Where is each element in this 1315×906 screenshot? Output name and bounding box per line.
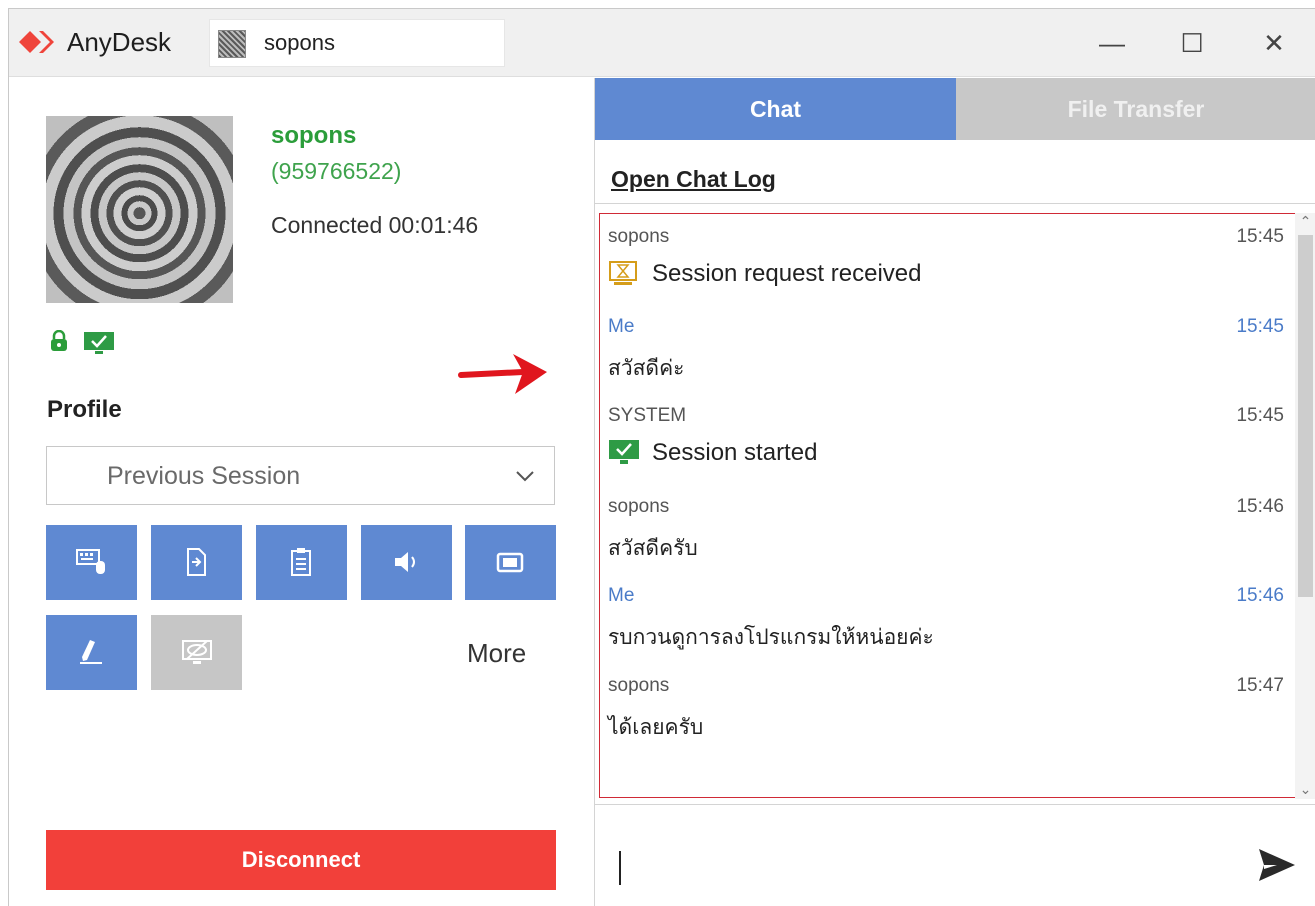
- file-transfer-button[interactable]: [151, 525, 242, 600]
- input-control-button[interactable]: [46, 525, 137, 600]
- scroll-down-icon[interactable]: ⌄: [1298, 781, 1313, 799]
- screenshot-button[interactable]: [465, 525, 556, 600]
- remote-thumbnail-icon: [218, 30, 246, 58]
- chat-input[interactable]: [595, 805, 1315, 906]
- text-cursor: [619, 851, 621, 885]
- scroll-up-icon[interactable]: ⌃: [1298, 213, 1313, 231]
- chevron-down-icon: [516, 471, 534, 482]
- message-time: 15:45: [1236, 405, 1284, 426]
- avatar: [46, 116, 233, 303]
- chat-scrollbar[interactable]: ⌃ ⌄: [1295, 213, 1315, 799]
- clipboard-icon: [291, 548, 311, 576]
- message-text: สวัสดีค่ะ: [608, 357, 685, 380]
- more-button[interactable]: More: [467, 638, 526, 669]
- chat-log: sopons 15:45 Session request received Me…: [599, 213, 1301, 798]
- profile-selected-value: Previous Session: [107, 462, 301, 490]
- privacy-mode-button[interactable]: [151, 615, 242, 690]
- title-bar: AnyDesk sopons — ☐ ✕: [9, 9, 1315, 77]
- message-text: สวัสดีครับ: [608, 537, 698, 560]
- open-chat-log-link[interactable]: Open Chat Log: [611, 166, 776, 193]
- message-time: 15:47: [1236, 675, 1284, 696]
- tab-chat[interactable]: Chat: [595, 78, 956, 140]
- anydesk-logo-icon: [19, 31, 54, 53]
- camera-icon: [496, 552, 524, 573]
- message-sender: Me: [608, 585, 635, 606]
- message-sender: sopons: [608, 496, 670, 517]
- send-icon[interactable]: [1255, 843, 1299, 887]
- lock-icon: [51, 330, 67, 351]
- maximize-button[interactable]: ☐: [1167, 21, 1217, 65]
- message-time: 15:45: [1236, 226, 1284, 247]
- connection-status: Connected 00:01:46: [271, 212, 479, 238]
- peer-id: (959766522): [271, 158, 402, 184]
- file-send-icon: [187, 548, 206, 576]
- audio-button[interactable]: [361, 525, 452, 600]
- message-sender: sopons: [608, 675, 670, 696]
- message-time: 15:46: [1236, 585, 1284, 606]
- monitor-check-icon: [609, 440, 639, 464]
- app-name: AnyDesk: [67, 27, 172, 57]
- message-text: รบกวนดูการลงโปรแกรมให้หน่อยค่ะ: [608, 626, 934, 649]
- draw-button[interactable]: [46, 615, 137, 690]
- annotation-arrow-icon: [458, 354, 547, 394]
- message-time: 15:46: [1236, 496, 1284, 517]
- message-text: ได้เลยครับ: [608, 716, 704, 739]
- profile-label: Profile: [47, 396, 122, 423]
- address-value: sopons: [264, 30, 335, 55]
- scroll-thumb[interactable]: [1298, 235, 1313, 597]
- peer-name: sopons: [271, 122, 357, 149]
- profile-select[interactable]: Previous Session: [46, 446, 555, 505]
- tab-file-transfer[interactable]: File Transfer: [956, 78, 1315, 140]
- address-field[interactable]: sopons: [209, 19, 505, 67]
- hourglass-icon: [609, 261, 637, 285]
- chat-panel: Chat File Transfer Open Chat Log sopons …: [595, 78, 1315, 906]
- close-button[interactable]: ✕: [1249, 21, 1299, 65]
- clipboard-button[interactable]: [256, 525, 347, 600]
- session-panel: sopons (959766522) Connected 00:01:46 Pr…: [9, 78, 594, 906]
- hide-screen-icon: [182, 640, 212, 664]
- pen-icon: [80, 640, 102, 664]
- minimize-button[interactable]: —: [1087, 21, 1137, 65]
- speaker-icon: [395, 552, 415, 572]
- message-sender: sopons: [608, 226, 670, 247]
- keyboard-mouse-icon: [76, 549, 105, 574]
- monitor-check-icon: [84, 332, 114, 354]
- anydesk-window: AnyDesk sopons — ☐ ✕ sopons (959766522) …: [8, 8, 1315, 906]
- message-text: Session started: [652, 439, 818, 466]
- message-sender: SYSTEM: [608, 405, 687, 426]
- disconnect-button[interactable]: Disconnect: [46, 830, 556, 890]
- divider: [595, 203, 1315, 204]
- message-time: 15:45: [1236, 316, 1284, 337]
- message-text: Session request received: [652, 260, 922, 287]
- message-sender: Me: [608, 316, 635, 337]
